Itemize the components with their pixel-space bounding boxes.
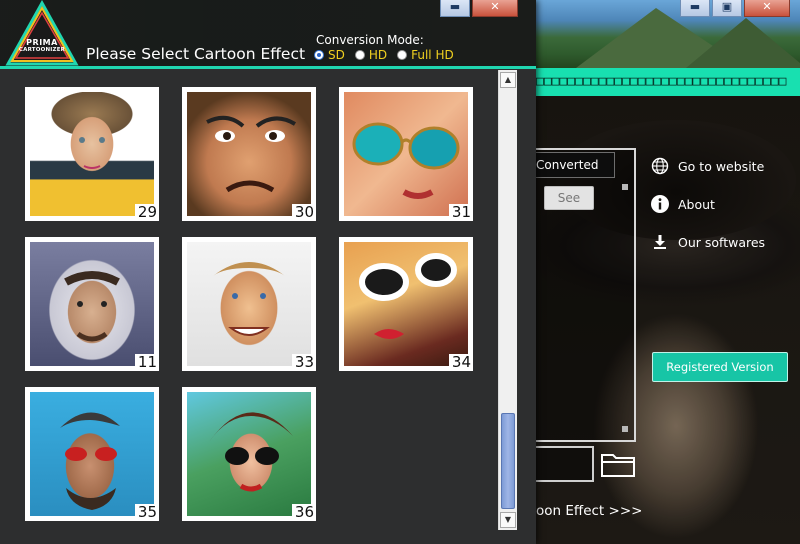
cartoon-effect-dialog: PRIMA CARTOONIZER Please Select Cartoon …: [0, 0, 536, 544]
conversion-mode-options: SD HD Full HD: [314, 48, 454, 62]
converted-label: Converted: [536, 158, 599, 172]
vertical-scrollbar[interactable]: ▲ ▼: [498, 70, 517, 530]
close-button[interactable]: ✕: [744, 0, 790, 17]
effect-number: 29: [134, 204, 159, 221]
man-red-glasses-icon: [30, 392, 154, 516]
effect-number: 36: [291, 504, 316, 521]
menu-label: About: [678, 196, 715, 212]
effect-tile[interactable]: 36: [182, 387, 316, 521]
man-face-closeup-icon: [187, 92, 311, 216]
effect-tile[interactable]: 30: [182, 87, 316, 221]
menu-go-to-website[interactable]: Go to website: [650, 156, 765, 176]
menu-label: Our softwares: [678, 234, 766, 250]
maximize-button[interactable]: ▣: [712, 0, 742, 17]
dialog-title: Please Select Cartoon Effect: [86, 45, 306, 63]
boy-portrait-icon: [30, 92, 154, 216]
dialog-close-button[interactable]: ✕: [472, 0, 518, 17]
registered-version-button[interactable]: Registered Version: [652, 352, 788, 382]
effect-number: 34: [448, 354, 473, 371]
folder-icon[interactable]: [600, 450, 636, 478]
prima-cartoonizer-logo: PRIMA CARTOONIZER: [4, 0, 80, 68]
dialog-header: PRIMA CARTOONIZER Please Select Cartoon …: [0, 0, 536, 68]
conversion-mode-label: Conversion Mode:: [316, 33, 424, 47]
minimize-button[interactable]: ▬: [680, 0, 710, 17]
mode-hd-radio[interactable]: HD: [354, 48, 388, 62]
effect-tile[interactable]: 35: [25, 387, 159, 521]
logo-line2: CARTOONIZER: [18, 47, 66, 53]
effect-number: 11: [134, 354, 159, 371]
radio-selected-icon: [314, 50, 324, 60]
effect-tile[interactable]: 29: [25, 87, 159, 221]
converted-tab[interactable]: Converted: [536, 152, 615, 178]
select-effect-link[interactable]: oon Effect >>>: [536, 503, 642, 519]
radio-icon: [397, 50, 408, 60]
scroll-down-arrow-icon[interactable]: ▼: [500, 512, 516, 528]
mode-sd-radio[interactable]: SD: [314, 48, 345, 62]
download-icon: [650, 232, 670, 252]
smiling-man-icon: [187, 242, 311, 366]
dialog-minimize-button[interactable]: ▬: [440, 0, 470, 17]
mode-fullhd-label: Full HD: [411, 48, 454, 62]
woman-white-sunglasses-icon: [344, 242, 468, 366]
woman-aviator-sunglasses-icon: [344, 92, 468, 216]
effect-tile[interactable]: 34: [339, 237, 473, 371]
main-app-window: ▬ ▣ ✕ □□□□□□□□□□□□□□□□□□□□□□□□□□□□□□□□ C…: [536, 0, 800, 544]
effect-number: 31: [448, 204, 473, 221]
main-window-controls: ▬ ▣ ✕: [680, 0, 790, 17]
panel-handle-bottom: [622, 426, 628, 432]
menu-our-softwares[interactable]: Our softwares: [650, 232, 765, 252]
menu-label: Go to website: [678, 158, 765, 174]
mode-sd-label: SD: [328, 48, 345, 62]
effect-tile[interactable]: 31: [339, 87, 473, 221]
effect-tile[interactable]: 33: [182, 237, 316, 371]
info-icon: [650, 194, 670, 214]
radio-icon: [354, 50, 365, 60]
menu-about[interactable]: About: [650, 194, 765, 214]
effect-number: 33: [291, 354, 316, 371]
output-path-field[interactable]: [536, 446, 594, 482]
effect-number: 35: [134, 504, 159, 521]
mode-hd-label: HD: [368, 48, 388, 62]
effect-grid: 29 30 31 11 33 34 35 36: [0, 69, 496, 544]
mode-fullhd-radio[interactable]: Full HD: [397, 48, 454, 62]
dialog-window-controls: ▬ ✕: [440, 0, 518, 17]
scrollbar-thumb[interactable]: [501, 413, 515, 509]
woman-sunglasses-icon: [187, 392, 311, 516]
globe-icon: [650, 156, 670, 176]
side-menu: Go to website About Our softwares: [650, 156, 765, 270]
effect-number: 30: [291, 204, 316, 221]
man-hooded-icon: [30, 242, 154, 366]
logo-line1: PRIMA: [26, 38, 58, 47]
see-button[interactable]: See: [544, 186, 594, 210]
panel-handle-top: [622, 184, 628, 190]
effect-tile[interactable]: 11: [25, 237, 159, 371]
banner-text: □□□□□□□□□□□□□□□□□□□□□□□□□□□□□□□□: [536, 68, 800, 96]
scroll-up-arrow-icon[interactable]: ▲: [500, 72, 516, 88]
